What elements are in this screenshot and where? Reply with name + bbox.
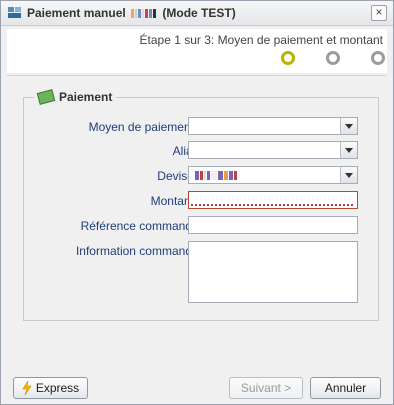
currency-select[interactable]	[188, 166, 358, 184]
order-information-label: Information commande:	[75, 244, 202, 258]
next-button[interactable]: Suivant >	[229, 377, 303, 399]
step-1-circle-icon	[281, 51, 295, 65]
close-button[interactable]: ×	[371, 5, 387, 21]
order-information-textarea[interactable]	[188, 241, 358, 303]
chevron-down-icon[interactable]	[340, 142, 357, 158]
order-reference-input[interactable]	[188, 216, 358, 234]
express-button[interactable]: Express	[13, 377, 88, 399]
express-label: Express	[35, 381, 80, 395]
form-area: Paiement Moyen de paiement*: Alias: Devi…	[7, 75, 387, 366]
cancel-button[interactable]: Annuler	[310, 377, 381, 399]
order-reference-row: Référence commande:	[24, 216, 378, 236]
merchant-logo	[131, 9, 157, 19]
legend-label: Paiement	[59, 90, 113, 104]
title-bar: Paiement manuel (Mode TEST) ×	[1, 1, 393, 26]
window-title: Paiement manuel (Mode TEST)	[27, 6, 236, 20]
amount-row: Montant*:	[24, 191, 378, 211]
payment-dialog: Paiement manuel (Mode TEST) × Étape 1 su…	[0, 0, 394, 405]
fieldset-legend: Paiement	[34, 88, 117, 105]
dialog-footer: Express Suivant > Annuler	[7, 367, 387, 401]
payment-method-row: Moyen de paiement*:	[24, 117, 378, 137]
alias-select[interactable]	[188, 141, 358, 159]
wizard-header: Étape 1 sur 3: Moyen de paiement et mont…	[7, 29, 387, 73]
title-prefix: Paiement manuel	[27, 6, 126, 20]
chevron-down-icon[interactable]	[340, 167, 357, 183]
payment-method-select[interactable]	[188, 117, 358, 135]
payment-method-label: Moyen de paiement*:	[89, 120, 202, 134]
currency-value-redacted	[195, 171, 238, 180]
currency-row: Devise*:	[24, 166, 378, 186]
payment-fieldset: Paiement Moyen de paiement*: Alias: Devi…	[23, 88, 379, 321]
step-indicator-text: Étape 1 sur 3: Moyen de paiement et mont…	[139, 33, 383, 47]
step-3-circle-icon	[371, 51, 385, 65]
amount-input[interactable]	[188, 191, 358, 209]
lightning-icon	[22, 380, 32, 395]
chevron-down-icon[interactable]	[340, 118, 357, 134]
step-2-circle-icon	[326, 51, 340, 65]
order-reference-label: Référence commande:	[80, 219, 202, 233]
window-app-icon	[8, 7, 22, 19]
money-icon	[36, 88, 56, 105]
title-suffix: (Mode TEST)	[162, 6, 236, 20]
order-information-row: Information commande:	[24, 241, 378, 303]
alias-row: Alias:	[24, 141, 378, 161]
